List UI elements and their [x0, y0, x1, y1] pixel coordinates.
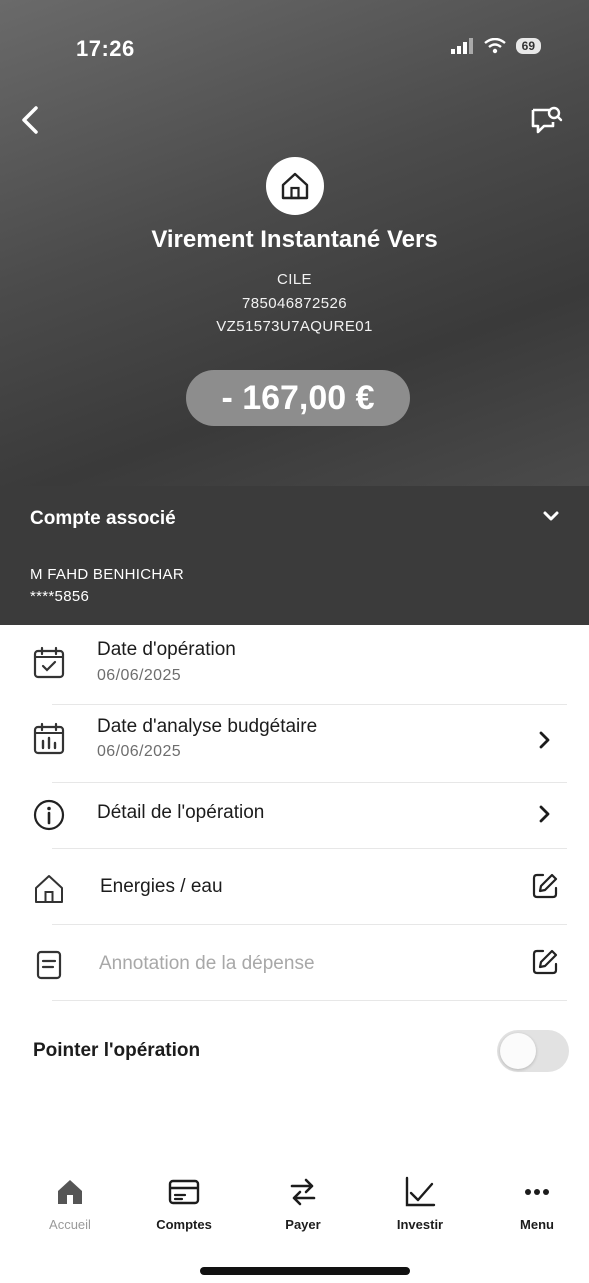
edit-pencil-icon[interactable]: [531, 948, 559, 976]
status-time: 17:26: [76, 36, 135, 61]
category-row[interactable]: Energies / eau: [0, 866, 589, 916]
pointer-toggle[interactable]: [497, 1030, 569, 1072]
tab-accueil[interactable]: Accueil: [20, 1165, 120, 1245]
divider: [52, 782, 567, 783]
tab-label: Payer: [285, 1217, 321, 1232]
divider: [52, 848, 567, 849]
operation-detail-row[interactable]: Détail de l'opération: [0, 792, 589, 842]
chat-search-icon: [531, 106, 563, 134]
more-dots-icon: [525, 1189, 549, 1195]
pointer-label: Pointer l'opération: [33, 1040, 201, 1061]
note-icon: [30, 946, 68, 984]
card-icon: [168, 1179, 200, 1205]
account-holder: M FAHD BENHICHAR: [30, 566, 184, 583]
tab-label: Comptes: [156, 1217, 212, 1232]
tab-label: Menu: [520, 1217, 554, 1232]
tab-comptes[interactable]: Comptes: [134, 1165, 234, 1245]
calendar-check-icon: [30, 644, 68, 682]
tab-menu[interactable]: Menu: [487, 1165, 587, 1245]
toggle-knob: [500, 1033, 536, 1069]
divider: [52, 1000, 567, 1001]
tab-label: Accueil: [49, 1217, 91, 1232]
budget-date-label: Date d'analyse budgétaire: [97, 716, 318, 737]
divider: [52, 924, 567, 925]
annotation-row[interactable]: Annotation de la dépense: [0, 942, 589, 992]
home-icon: [58, 1180, 82, 1204]
chevron-right-icon: [531, 726, 559, 754]
operation-title: Virement Instantané Vers: [151, 226, 438, 253]
home-indicator[interactable]: [200, 1267, 410, 1275]
beneficiary-name: CILE: [277, 271, 312, 288]
account-header: Compte associé: [30, 508, 176, 529]
wifi-icon: [483, 38, 506, 54]
chart-line-icon: [405, 1176, 436, 1207]
budget-date-row[interactable]: Date d'analyse budgétaire 06/06/2025: [0, 712, 589, 778]
calendar-chart-icon: [30, 720, 68, 758]
operation-date-label: Date d'opération: [97, 639, 236, 660]
transfer-arrows-icon: [290, 1178, 316, 1206]
chevron-right-icon: [531, 800, 559, 828]
tab-label: Investir: [396, 1217, 444, 1232]
divider: [52, 704, 567, 705]
category-label: Energies / eau: [100, 876, 223, 897]
tab-investir[interactable]: Investir: [370, 1165, 470, 1245]
info-icon: [30, 796, 68, 834]
chevron-down-icon[interactable]: [541, 506, 561, 526]
battery-indicator: 69: [515, 38, 541, 54]
back-button[interactable]: [16, 102, 46, 138]
chat-button[interactable]: [529, 104, 563, 136]
edit-pencil-icon[interactable]: [531, 872, 559, 900]
signal-icon: [450, 38, 473, 54]
account-number: ****5856: [30, 588, 90, 605]
operation-detail-label: Détail de l'opération: [97, 802, 265, 823]
bottom-tab-bar: Accueil Comptes Payer Investir Menu: [0, 1165, 589, 1245]
tab-payer[interactable]: Payer: [253, 1165, 353, 1245]
annotation-input[interactable]: Annotation de la dépense: [99, 953, 315, 975]
status-icons: 69: [450, 38, 541, 54]
budget-date-value: 06/06/2025: [97, 743, 182, 760]
chevron-left-icon: [22, 106, 38, 134]
operation-reference: 785046872526: [242, 295, 347, 312]
operation-header: 17:26 69 Virement Instantané Vers CILE 7…: [0, 0, 589, 625]
status-bar: 17:26 69: [0, 36, 589, 66]
operation-date-value: 06/06/2025: [97, 667, 182, 684]
operation-amount: - 167,00 €: [186, 370, 410, 426]
house-icon: [281, 172, 309, 200]
transfer-reference: VZ51573U7AQURE01: [216, 318, 373, 335]
linked-account[interactable]: Compte associé M FAHD BENHICHAR ****5856: [0, 486, 589, 625]
operation-date-row: Date d'opération 06/06/2025: [0, 638, 589, 700]
category-badge: [266, 157, 324, 215]
house-icon: [30, 870, 68, 908]
